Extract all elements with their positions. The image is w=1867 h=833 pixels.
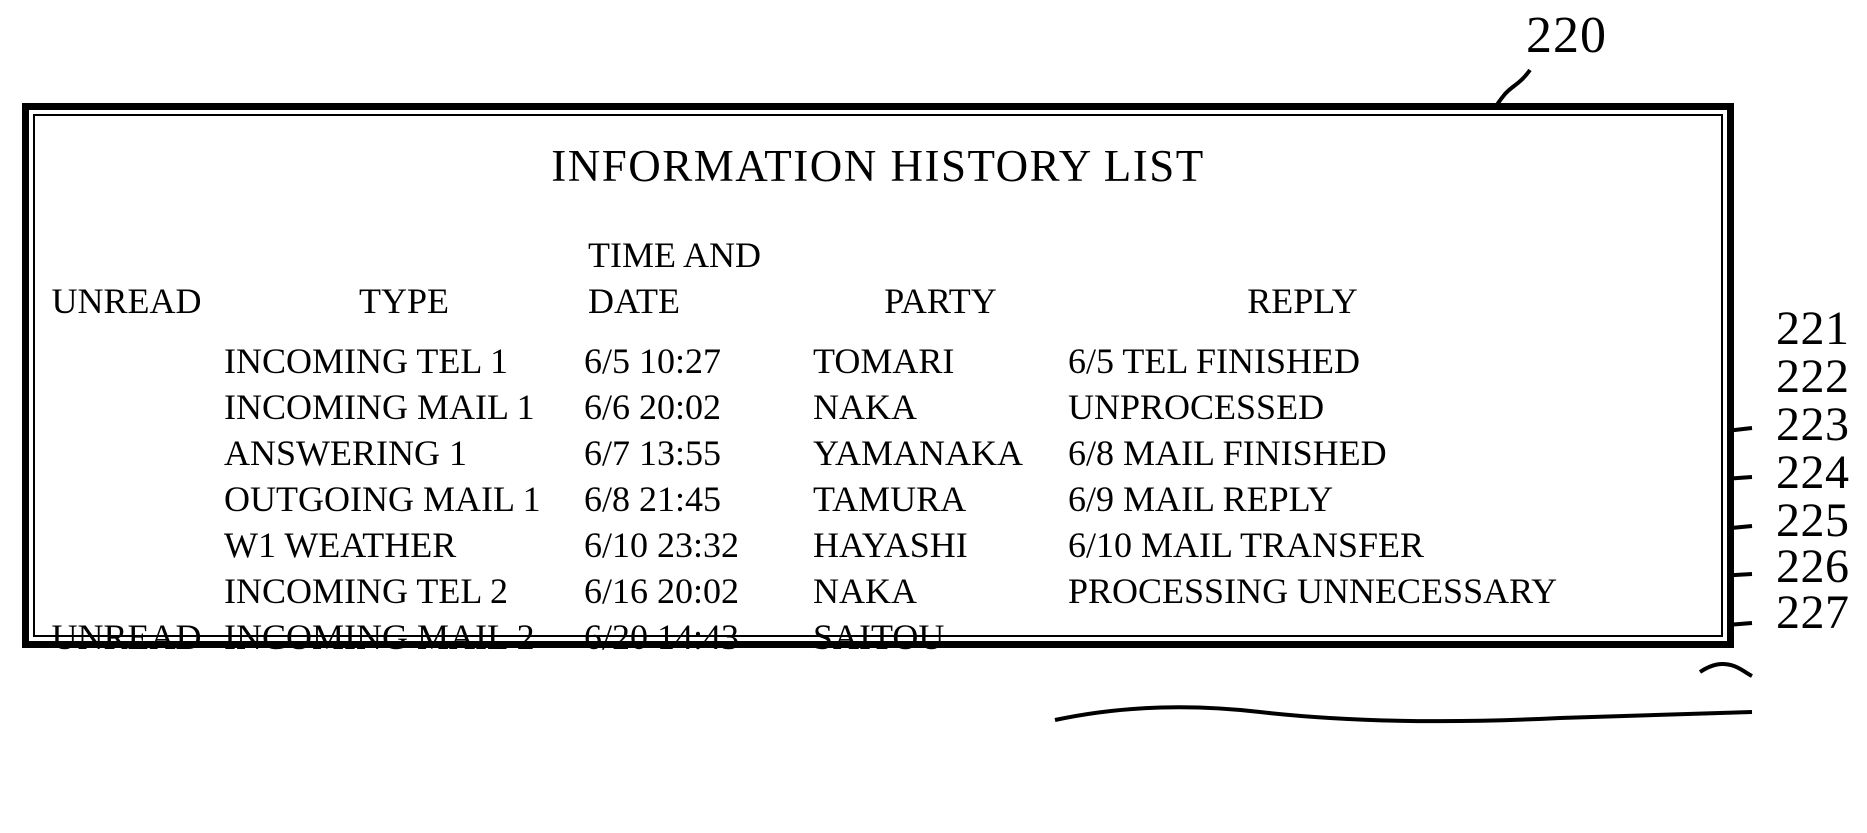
table-body: INCOMING TEL 1 6/5 10:27 TOMARI 6/5 TEL FIN… xyxy=(29,324,1727,660)
cell-party: SAITOU xyxy=(813,617,945,657)
cell-reply: UNPROCESSED xyxy=(1068,387,1325,427)
cell-type: INCOMING TEL 2 xyxy=(224,571,508,611)
reference-numeral-224: 224 xyxy=(1776,446,1850,499)
cell-reply: 6/10 MAIL TRANSFER xyxy=(1068,525,1425,565)
column-header-type: TYPE xyxy=(359,281,449,321)
reference-numeral-221: 221 xyxy=(1776,302,1850,355)
table-header-row: UNREAD TYPE TIME AND DATE PARTY REPLY xyxy=(29,232,1727,324)
column-header-time-and-date: TIME AND DATE xyxy=(584,232,813,324)
reference-numeral-227: 227 xyxy=(1776,586,1850,639)
cell-party: YAMANAKA xyxy=(813,433,1024,473)
cell-time: 6/5 10:27 xyxy=(584,341,722,381)
column-header-reply: REPLY xyxy=(1247,281,1358,321)
cell-reply: 6/5 TEL FINISHED xyxy=(1068,341,1360,381)
reference-numeral-226: 226 xyxy=(1776,540,1850,593)
cell-reply: 6/8 MAIL FINISHED xyxy=(1068,433,1387,473)
table-row[interactable]: W1 WEATHER 6/10 23:32 HAYASHI 6/10 MAIL TRA… xyxy=(29,522,1727,568)
table-row[interactable]: UNREAD INCOMING MAIL 2 6/20 14:43 SAITOU xyxy=(29,614,1727,660)
cell-reply: PROCESSING UNNECESSARY xyxy=(1068,571,1558,611)
information-history-list-panel: INFORMATION HISTORY LIST UNREAD TYPE TIM… xyxy=(22,103,1734,657)
cell-unread xyxy=(29,430,224,476)
cell-type: INCOMING TEL 1 xyxy=(224,341,508,381)
cell-unread xyxy=(29,568,224,614)
cell-type: OUTGOING MAIL 1 xyxy=(224,479,541,519)
reference-numeral-225: 225 xyxy=(1776,494,1850,547)
cell-time: 6/6 20:02 xyxy=(584,387,722,427)
cell-reply: 6/9 MAIL REPLY xyxy=(1068,479,1334,519)
cell-type: W1 WEATHER xyxy=(224,525,457,565)
cell-party: HAYASHI xyxy=(813,525,968,565)
cell-party: TOMARI xyxy=(813,341,955,381)
cell-unread: UNREAD xyxy=(51,617,202,657)
column-header-time-line2: DATE xyxy=(588,281,680,321)
cell-party: TAMURA xyxy=(813,479,967,519)
cell-party: NAKA xyxy=(813,387,917,427)
cell-type: INCOMING MAIL 2 xyxy=(224,617,535,657)
reference-numeral-column: 221 222 223 224 225 226 227 xyxy=(1760,0,1867,833)
reference-numeral-220: 220 xyxy=(1526,7,1607,64)
cell-unread xyxy=(29,522,224,568)
cell-party: NAKA xyxy=(813,571,917,611)
page-title: INFORMATION HISTORY LIST xyxy=(551,141,1205,191)
reference-numeral-222: 222 xyxy=(1776,350,1850,403)
table-row[interactable]: ANSWERING 1 6/7 13:55 YAMANAKA 6/8 MAIL FIN… xyxy=(29,430,1727,476)
cell-time: 6/20 14:43 xyxy=(584,617,740,657)
column-header-unread: UNREAD xyxy=(51,281,202,321)
cell-unread xyxy=(29,384,224,430)
column-header-time-line1: TIME AND xyxy=(588,235,761,275)
cell-time: 6/10 23:32 xyxy=(584,525,740,565)
cell-unread xyxy=(29,476,224,522)
reference-numeral-223: 223 xyxy=(1776,398,1850,451)
cell-unread xyxy=(29,324,224,384)
cell-time: 6/7 13:55 xyxy=(584,433,722,473)
cell-type: ANSWERING 1 xyxy=(224,433,467,473)
cell-type: INCOMING MAIL 1 xyxy=(224,387,535,427)
patent-figure: 220 INFORMATION HISTORY LIST UNREAD TYPE… xyxy=(0,0,1867,833)
table-row[interactable]: INCOMING MAIL 1 6/6 20:02 NAKA UNPROCESSED xyxy=(29,384,1727,430)
table-row[interactable]: INCOMING TEL 1 6/5 10:27 TOMARI 6/5 TEL FIN… xyxy=(29,324,1727,384)
cell-reply xyxy=(1068,614,1727,660)
cell-time: 6/8 21:45 xyxy=(584,479,722,519)
column-header-party: PARTY xyxy=(884,281,997,321)
table-row[interactable]: INCOMING TEL 2 6/16 20:02 NAKA PROCESSING U… xyxy=(29,568,1727,614)
cell-time: 6/16 20:02 xyxy=(584,571,740,611)
history-table: UNREAD TYPE TIME AND DATE PARTY REPLY IN… xyxy=(29,232,1727,660)
table-row[interactable]: OUTGOING MAIL 1 6/8 21:45 TAMURA 6/9 MAIL R… xyxy=(29,476,1727,522)
